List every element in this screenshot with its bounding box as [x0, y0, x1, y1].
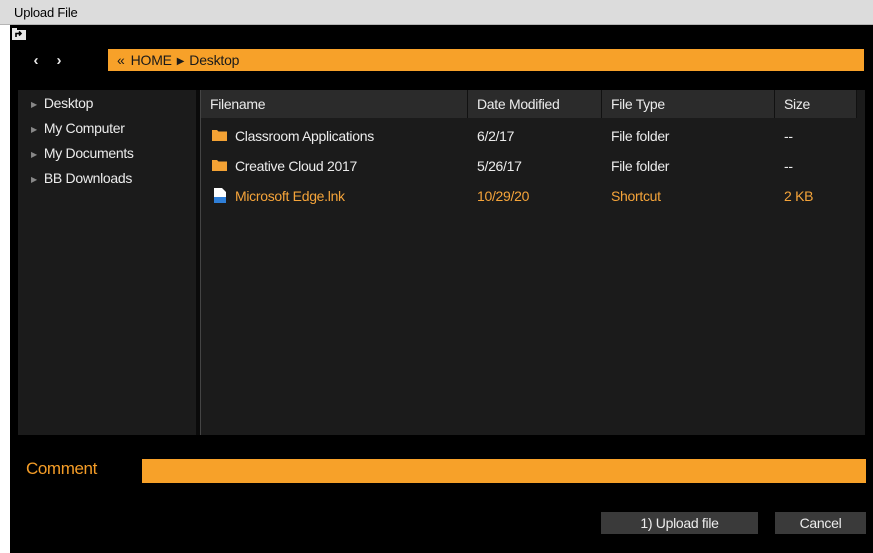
comment-input[interactable] [142, 459, 866, 483]
up-folder-button[interactable] [10, 25, 28, 43]
cancel-button[interactable]: Cancel [775, 512, 866, 534]
folder-icon [212, 130, 227, 141]
file-size: 2 KB [784, 188, 814, 204]
file-name: Creative Cloud 2017 [235, 158, 357, 174]
sidebar-item-label: My Computer [43, 120, 125, 136]
expand-triangle-icon[interactable]: ▶ [31, 150, 37, 159]
sidebar-item-bb-downloads[interactable]: ▶ BB Downloads [31, 168, 132, 188]
forward-button[interactable]: › [51, 52, 67, 70]
sidebar-item-desktop[interactable]: ▶ Desktop [31, 93, 93, 113]
back-button[interactable]: ‹ [28, 52, 44, 70]
parent-folder-icon [12, 28, 26, 40]
expand-triangle-icon[interactable]: ▶ [31, 100, 37, 109]
column-header-file-type[interactable]: File Type [602, 90, 775, 118]
file-type: File folder [611, 128, 670, 144]
sidebar-item-my-computer[interactable]: ▶ My Computer [31, 118, 125, 138]
upload-file-button[interactable]: 1) Upload file [601, 512, 758, 534]
file-list: Filename Date Modified File Type Size Cl… [201, 90, 865, 435]
sidebar-item-label: BB Downloads [43, 170, 133, 186]
sidebar: ▶ Desktop ▶ My Computer ▶ My Documents ▶ BB … [18, 90, 196, 435]
expand-triangle-icon[interactable]: ▶ [31, 175, 37, 184]
file-name: Classroom Applications [235, 128, 374, 144]
breadcrumb: « HOME ▶ Desktop [108, 49, 864, 71]
sidebar-item-my-documents[interactable]: ▶ My Documents [31, 143, 134, 163]
file-name: Microsoft Edge.lnk [235, 188, 345, 204]
comment-label: Comment [26, 459, 97, 478]
sidebar-item-label: Desktop [43, 95, 94, 111]
expand-triangle-icon[interactable]: ▶ [31, 125, 37, 134]
file-date: 6/2/17 [477, 128, 515, 144]
upload-dialog: ‹ › « HOME ▶ Desktop ▶ Desktop ▶ My Computer … [10, 25, 873, 553]
breadcrumb-separator-icon: ▶ [176, 56, 185, 67]
file-row-classroom-applications[interactable]: Classroom Applications 6/2/17 File folde… [201, 122, 865, 150]
breadcrumb-chevron-icon[interactable]: « [117, 49, 125, 71]
column-header-size[interactable]: Size [775, 90, 857, 118]
file-type: Shortcut [611, 188, 661, 204]
sidebar-item-label: My Documents [43, 145, 134, 161]
file-type: File folder [611, 158, 670, 174]
file-row-microsoft-edge[interactable]: Microsoft Edge.lnk 10/29/20 Shortcut 2 K… [201, 182, 865, 210]
file-size: -- [784, 128, 793, 144]
file-row-creative-cloud-2017[interactable]: Creative Cloud 2017 5/26/17 File folder … [201, 152, 865, 180]
breadcrumb-item-home[interactable]: HOME [131, 49, 172, 71]
file-date: 10/29/20 [477, 188, 530, 204]
file-icon [214, 188, 226, 203]
file-size: -- [784, 158, 793, 174]
column-header-date-modified[interactable]: Date Modified [468, 90, 602, 118]
folder-icon [212, 160, 227, 171]
title-bar: Upload File [0, 0, 873, 25]
breadcrumb-item-desktop[interactable]: Desktop [189, 49, 239, 71]
file-date: 5/26/17 [477, 158, 522, 174]
window-title: Upload File [14, 5, 78, 20]
column-header-filename[interactable]: Filename [201, 90, 468, 118]
